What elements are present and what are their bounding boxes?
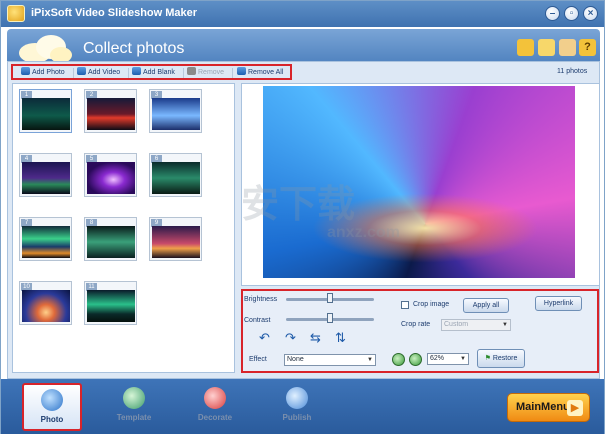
toolbar-divider [232, 68, 233, 78]
page-title: Collect photos [83, 40, 185, 57]
thumbnail-image [87, 290, 135, 322]
nav-publish[interactable]: Publish [267, 383, 327, 431]
remove-button[interactable]: Remove [187, 67, 224, 78]
rotate-right-icon[interactable]: ↷ [283, 331, 298, 344]
effect-select[interactable]: None ▼ [284, 354, 376, 366]
flip-horizontal-icon[interactable]: ⇆ [308, 331, 323, 344]
nav-photo[interactable]: Photo [22, 383, 82, 431]
add-blank-button[interactable]: Add Blank [132, 67, 175, 78]
main-menu-button[interactable]: MainMenu ▶ [507, 393, 590, 422]
remove-all-button[interactable]: Remove All [237, 67, 283, 78]
toolbar-divider [73, 68, 74, 78]
add-video-icon [77, 67, 86, 75]
chevron-down-icon: ▼ [502, 322, 508, 328]
watermark: 安下载 anxz.com [241, 184, 400, 241]
restore-button[interactable]: ⚑ Restore [477, 349, 525, 368]
thumbnail-3[interactable]: 3 [149, 89, 202, 133]
remove-icon [187, 67, 196, 75]
thumbnail-image [22, 162, 70, 194]
flip-vertical-icon[interactable]: ⇅ [333, 331, 348, 344]
chevron-down-icon: ▼ [460, 356, 466, 362]
photo-icon [41, 389, 63, 411]
effect-label: Effect [249, 356, 267, 363]
title-bar: iPixSoft Video Slideshow Maker – ▫ × [1, 1, 604, 27]
nav-template[interactable]: Template [104, 383, 164, 431]
add-photo-icon [21, 67, 30, 75]
nav-decorate[interactable]: Decorate [185, 383, 245, 431]
thumbnail-7[interactable]: 7 [19, 217, 72, 261]
thumbnail-9[interactable]: 9 [149, 217, 202, 261]
zoom-out-icon[interactable] [409, 353, 422, 366]
minimize-button[interactable]: – [545, 6, 560, 21]
thumbnail-image [152, 226, 200, 258]
photo-preview [263, 86, 575, 278]
crop-image-label: Crop image [413, 301, 450, 308]
publish-icon [286, 387, 308, 409]
thumbnail-1[interactable]: 1 [19, 89, 72, 133]
contrast-slider-handle[interactable] [327, 313, 333, 323]
toolbar-divider [183, 68, 184, 78]
thumbnail-2[interactable]: 2 [84, 89, 137, 133]
crop-image-checkbox[interactable] [401, 301, 409, 309]
contrast-label: Contrast [244, 317, 271, 324]
add-video-button[interactable]: Add Video [77, 67, 120, 78]
crop-rate-select[interactable]: Custom ▼ [441, 319, 511, 331]
template-icon [123, 387, 145, 409]
gift-icon[interactable] [538, 39, 555, 56]
toolbar-divider [128, 68, 129, 78]
window-title: iPixSoft Video Slideshow Maker [31, 7, 198, 19]
brightness-slider-handle[interactable] [327, 293, 333, 303]
thumbnail-image [152, 98, 200, 130]
rotate-left-icon[interactable]: ↶ [257, 331, 272, 344]
add-blank-icon [132, 67, 141, 75]
apply-all-button[interactable]: Apply all [463, 298, 509, 313]
clouds-logo-icon [19, 35, 72, 63]
thumbnail-image [87, 226, 135, 258]
hyperlink-button[interactable]: Hyperlink [535, 296, 582, 311]
crop-rate-label: Crop rate [401, 321, 431, 328]
thumbnail-10[interactable]: 10 [19, 281, 72, 325]
app-window: iPixSoft Video Slideshow Maker – ▫ × Col… [0, 0, 605, 434]
help-icon[interactable]: ? [579, 39, 596, 56]
person-icon[interactable] [559, 39, 576, 56]
maximize-button[interactable]: ▫ [564, 6, 579, 21]
thumbnail-image [22, 226, 70, 258]
zoom-in-icon[interactable] [392, 353, 405, 366]
photo-toolbar: Add Photo Add Video Add Blank Remove Rem… [11, 64, 292, 80]
remove-all-icon [237, 67, 246, 75]
app-logo-icon [7, 5, 25, 22]
thumbnail-image [22, 290, 70, 322]
thumbnail-image [22, 98, 70, 130]
thumbnail-6[interactable]: 6 [149, 153, 202, 197]
close-button[interactable]: × [583, 6, 598, 21]
brightness-label: Brightness [244, 296, 278, 303]
add-photo-button[interactable]: Add Photo [21, 67, 65, 78]
thumbnail-image [152, 162, 200, 194]
thumbnail-image [87, 98, 135, 130]
zoom-select[interactable]: 62% ▼ [427, 353, 469, 365]
photo-count: 11 photos [557, 68, 588, 75]
decorate-icon [204, 387, 226, 409]
thumbnail-11[interactable]: 11 [84, 281, 137, 325]
thumbnail-image [87, 162, 135, 194]
thumbnail-4[interactable]: 4 [19, 153, 72, 197]
restore-icon: ⚑ [484, 355, 491, 362]
folder-icon[interactable] [517, 39, 534, 56]
chevron-down-icon: ▼ [367, 357, 373, 363]
thumbnail-8[interactable]: 8 [84, 217, 137, 261]
play-icon: ▶ [567, 400, 583, 416]
thumbnail-5[interactable]: 5 [84, 153, 137, 197]
